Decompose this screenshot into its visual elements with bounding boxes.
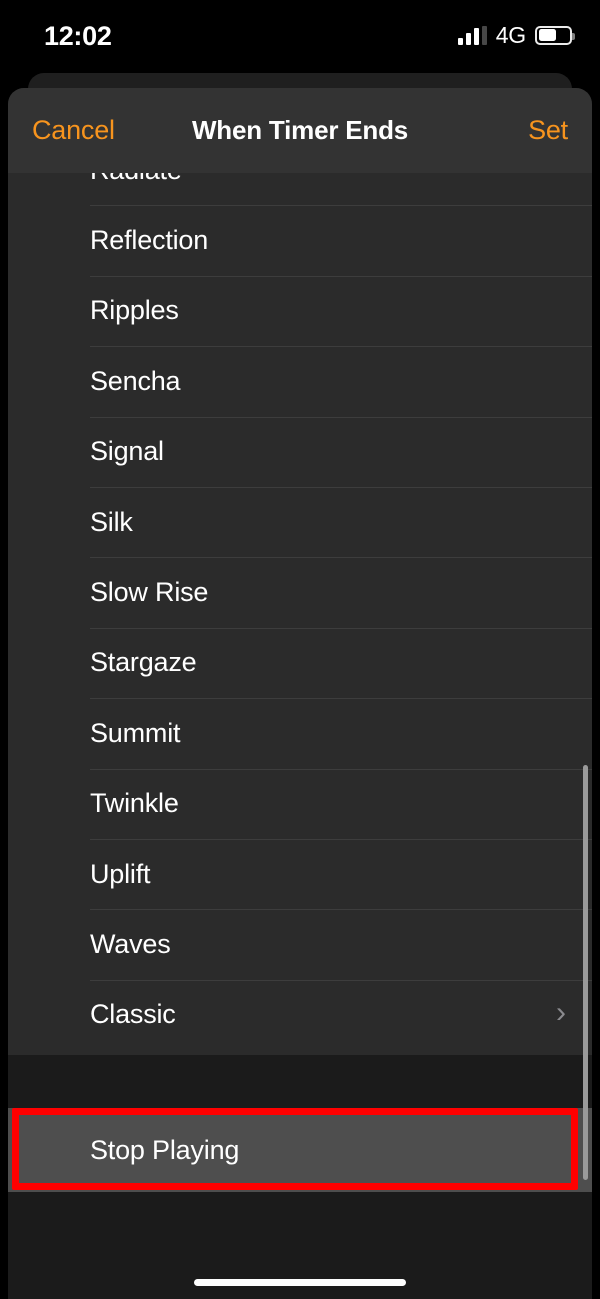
cancel-button[interactable]: Cancel bbox=[32, 115, 115, 146]
list-item-label: Classic bbox=[90, 999, 176, 1030]
list-item[interactable]: Silk bbox=[8, 486, 592, 557]
list-item[interactable]: Stargaze bbox=[8, 627, 592, 698]
list-item-label: Summit bbox=[90, 717, 181, 748]
list-item[interactable]: Uplift bbox=[8, 838, 592, 909]
list-item[interactable]: Radiate bbox=[8, 173, 592, 205]
list-item[interactable]: Ripples bbox=[8, 275, 592, 346]
set-button[interactable]: Set bbox=[528, 115, 568, 146]
list-item[interactable]: Slow Rise bbox=[8, 557, 592, 627]
sheet-header: Cancel When Timer Ends Set bbox=[8, 88, 592, 173]
battery-fill bbox=[538, 29, 557, 41]
list-item-label: Ripples bbox=[90, 295, 179, 326]
network-type-label: 4G bbox=[495, 21, 526, 48]
list-item-label: Radiate bbox=[90, 173, 182, 186]
battery-icon bbox=[535, 25, 575, 45]
status-bar-indicators: 4G bbox=[457, 21, 575, 48]
section-gap bbox=[8, 1055, 592, 1108]
home-indicator[interactable] bbox=[194, 1279, 406, 1286]
stop-playing-label: Stop Playing bbox=[90, 1134, 240, 1165]
list-item-label: Waves bbox=[90, 928, 171, 959]
tone-list: Radiate Reflection Ripples Sencha Signal Silk… bbox=[8, 173, 592, 1055]
list-item[interactable]: Reflection bbox=[8, 205, 592, 275]
list-item-label: Slow Rise bbox=[90, 577, 209, 608]
list-item-label: Sencha bbox=[90, 365, 181, 396]
cellular-signal-icon bbox=[457, 25, 487, 45]
list-item-label: Reflection bbox=[90, 225, 209, 256]
list-item[interactable]: Sencha bbox=[8, 346, 592, 416]
when-timer-ends-sheet: Cancel When Timer Ends Set Radiate Reflec… bbox=[8, 88, 592, 1299]
stop-playing-row[interactable]: Stop Playing bbox=[8, 1108, 592, 1192]
list-item-label: Uplift bbox=[90, 858, 151, 889]
list-item-label: Silk bbox=[90, 506, 133, 537]
status-bar: 12:02 4G bbox=[0, 0, 600, 72]
list-item-label: Twinkle bbox=[90, 788, 179, 819]
list-item[interactable]: Signal bbox=[8, 416, 592, 487]
vertical-scrollbar[interactable] bbox=[583, 765, 588, 1180]
list-item-label: Stargaze bbox=[90, 647, 197, 678]
status-bar-clock: 12:02 bbox=[44, 21, 112, 51]
phone-screen: 12:02 4G Cancel When Timer Ends Set Radi… bbox=[0, 0, 600, 1299]
list-item[interactable]: Classic › bbox=[8, 979, 592, 1050]
list-item[interactable]: Summit bbox=[8, 698, 592, 768]
chevron-right-icon: › bbox=[556, 995, 566, 1029]
footer-group: Stop Playing bbox=[8, 1108, 592, 1192]
list-item[interactable]: Waves bbox=[8, 909, 592, 979]
list-item-label: Signal bbox=[90, 436, 164, 467]
list-item[interactable]: Twinkle bbox=[8, 768, 592, 839]
